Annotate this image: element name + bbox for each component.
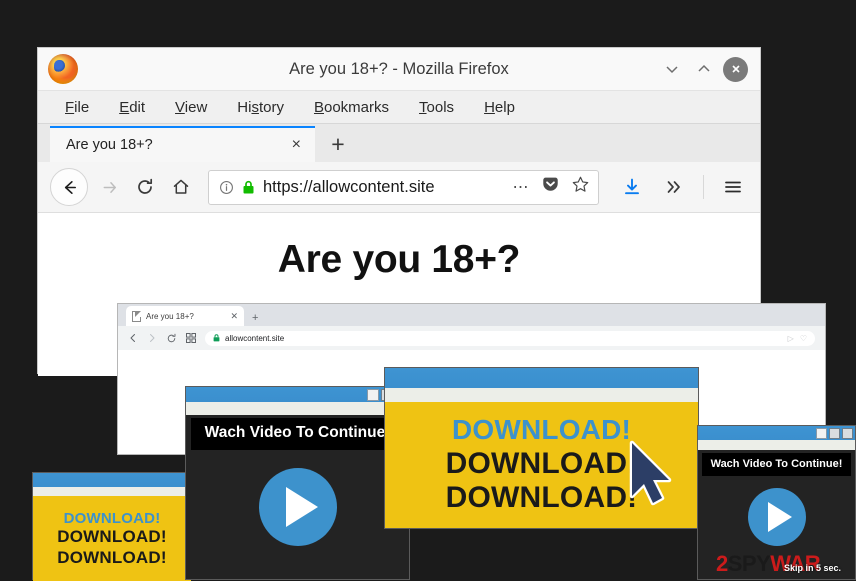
downloads-button[interactable]	[617, 172, 647, 202]
site-info-icon[interactable]	[219, 180, 234, 195]
bookmark-star-icon[interactable]	[571, 175, 590, 199]
overflow-menu-button[interactable]	[659, 172, 689, 202]
firefox-menubar: File Edit View History Bookmarks Tools H…	[38, 91, 760, 124]
popup-content[interactable]: Wach Video To Continue! 2 SPY WAR Skip i…	[698, 450, 855, 579]
chrome-omnibox[interactable]: allowcontent.site ▷ ♡	[205, 330, 815, 346]
video-popup-right[interactable]: Wach Video To Continue! 2 SPY WAR Skip i…	[697, 425, 856, 580]
chrome-tab-close-icon[interactable]: ✕	[230, 311, 238, 322]
chrome-tabstrip: Are you 18+? ✕ +	[118, 304, 825, 326]
menu-help[interactable]: Help	[469, 96, 530, 119]
popup-content[interactable]: Wach Video To Continue!	[186, 415, 409, 579]
skip-countdown-label: Skip in 5 sec.	[783, 563, 841, 573]
shield-icon[interactable]: ♡	[800, 334, 807, 343]
window-controls	[659, 56, 760, 82]
download-line-1: DOWNLOAD!	[451, 414, 632, 446]
popup-minimize-icon[interactable]	[367, 388, 379, 401]
forward-button[interactable]	[94, 172, 124, 202]
firefox-tabstrip: Are you 18+? × +	[38, 124, 760, 162]
chrome-reload-icon[interactable]	[166, 333, 177, 344]
video-popup-left[interactable]: Wach Video To Continue!	[185, 386, 410, 580]
window-title: Are you 18+? - Mozilla Firefox	[289, 59, 509, 78]
menu-bookmarks[interactable]: Bookmarks	[299, 96, 404, 119]
download-line-3: DOWNLOAD!	[57, 547, 167, 567]
chrome-back-icon[interactable]	[128, 333, 138, 343]
popup-maximize-icon[interactable]	[829, 427, 840, 439]
popup-content[interactable]: DOWNLOAD! DOWNLOAD! DOWNLOAD!	[385, 402, 698, 528]
popup-close-icon[interactable]	[842, 427, 853, 439]
chrome-url-text[interactable]: allowcontent.site	[225, 334, 284, 343]
minimize-icon[interactable]	[659, 56, 685, 82]
toolbar-divider	[703, 175, 704, 199]
padlock-icon[interactable]	[242, 180, 255, 195]
video-caption: Wach Video To Continue!	[191, 418, 404, 450]
chrome-browser-tab[interactable]: Are you 18+? ✕	[126, 306, 244, 326]
close-icon[interactable]	[723, 56, 748, 82]
firefox-titlebar: Are you 18+? - Mozilla Firefox	[38, 48, 760, 91]
reload-button[interactable]	[130, 172, 160, 202]
download-line-1: DOWNLOAD!	[63, 510, 161, 528]
home-button[interactable]	[166, 172, 196, 202]
popup-minimize-icon[interactable]	[816, 427, 827, 439]
chrome-new-tab-button[interactable]: +	[244, 312, 266, 326]
popup-toolbar	[385, 388, 698, 402]
popup-titlebar[interactable]	[698, 426, 855, 440]
menu-file[interactable]: File	[50, 96, 104, 119]
popup-toolbar	[33, 487, 191, 496]
browser-tab[interactable]: Are you 18+? ×	[50, 126, 315, 162]
download-popup-large[interactable]: DOWNLOAD! DOWNLOAD! DOWNLOAD!	[384, 367, 699, 529]
popup-titlebar[interactable]	[33, 473, 191, 487]
page-favicon-icon	[132, 310, 141, 322]
menu-tools[interactable]: Tools	[404, 96, 469, 119]
maximize-icon[interactable]	[691, 56, 717, 82]
tab-close-icon[interactable]: ×	[280, 136, 301, 154]
video-caption: Wach Video To Continue!	[702, 453, 851, 476]
popup-titlebar[interactable]	[385, 368, 698, 388]
download-popup-small[interactable]: DOWNLOAD! DOWNLOAD! DOWNLOAD!	[32, 472, 192, 581]
desktop-background: Are you 18+? - Mozilla Firefox File Edit…	[0, 0, 856, 581]
cast-icon[interactable]: ▷	[788, 334, 794, 343]
hamburger-menu-button[interactable]	[718, 172, 748, 202]
popup-toolbar	[698, 440, 855, 450]
popup-content[interactable]: DOWNLOAD! DOWNLOAD! DOWNLOAD!	[33, 496, 191, 581]
menu-history[interactable]: History	[222, 96, 299, 119]
tab-title: Are you 18+?	[66, 137, 153, 153]
menu-edit[interactable]: Edit	[104, 96, 160, 119]
page-heading: Are you 18+?	[277, 238, 521, 281]
download-line-2: DOWNLOAD!	[445, 446, 638, 480]
popup-toolbar	[186, 402, 409, 415]
new-tab-button[interactable]: +	[315, 126, 361, 162]
watermark-part-1: 2	[716, 551, 728, 576]
play-button-icon[interactable]	[258, 468, 337, 546]
popup-titlebar[interactable]	[186, 387, 409, 402]
menu-view[interactable]: View	[160, 96, 222, 119]
address-bar[interactable]: https://allowcontent.site ⋯	[208, 169, 599, 205]
chrome-tab-title: Are you 18+?	[146, 311, 194, 321]
firefox-navigation-toolbar: https://allowcontent.site ⋯	[38, 162, 760, 213]
play-button-icon[interactable]	[747, 488, 806, 546]
chrome-navigation-toolbar: allowcontent.site ▷ ♡	[118, 326, 825, 350]
pocket-icon[interactable]	[541, 175, 560, 199]
firefox-logo-icon	[48, 54, 78, 84]
chrome-apps-grid-icon[interactable]	[186, 333, 196, 343]
mouse-cursor-arrow-icon	[624, 440, 676, 513]
back-button[interactable]	[50, 168, 88, 206]
page-actions-icon[interactable]: ⋯	[513, 177, 531, 197]
download-line-3: DOWNLOAD!	[445, 481, 638, 515]
chrome-padlock-icon	[213, 334, 220, 342]
url-text[interactable]: https://allowcontent.site	[263, 178, 505, 197]
download-line-2: DOWNLOAD!	[57, 527, 167, 547]
chrome-forward-icon[interactable]	[147, 333, 157, 343]
watermark-part-2: SPY	[727, 551, 771, 576]
